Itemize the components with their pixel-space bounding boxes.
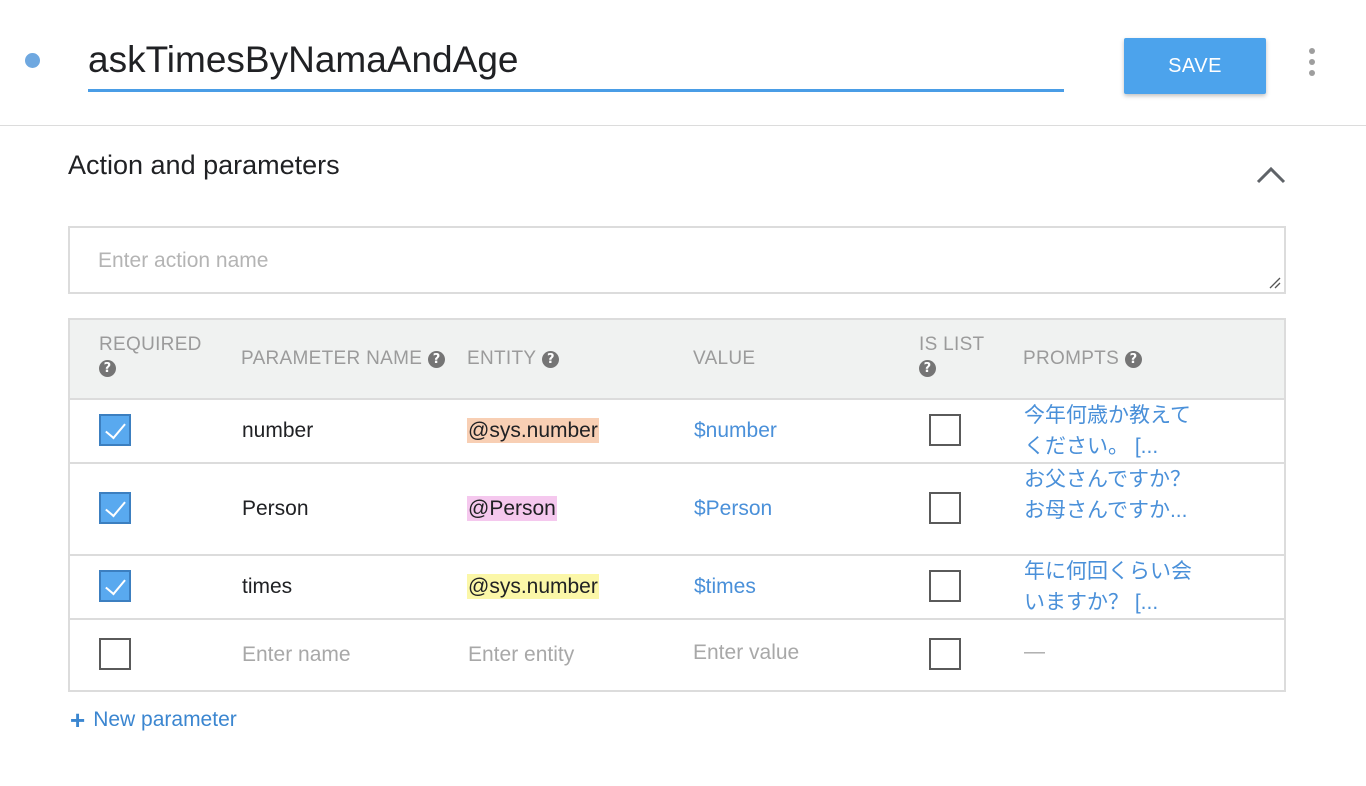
required-checkbox[interactable] [99,638,131,670]
table-row[interactable]: times @sys.number $times 年に何回くらい会いますか？ [… [70,556,1284,620]
prompts-link[interactable]: お父さんですか？お母さんですか... [1024,464,1194,526]
entity-tag[interactable]: @sys.number [467,418,599,443]
header-prompts: PROMPTS ? [1023,348,1143,370]
help-icon[interactable]: ? [542,350,560,368]
prompts-link[interactable]: 今年何歳か教えてください。 [... [1024,400,1194,462]
resize-handle-icon[interactable] [1267,275,1281,289]
save-button[interactable]: SAVE [1124,38,1266,94]
parameter-value[interactable]: $Person [694,497,772,521]
entity-cell[interactable]: @sys.number [467,418,599,443]
table-header: REQUIRED ? PARAMETER NAME ? ENTITY ? VAL… [70,320,1284,400]
required-checkbox[interactable] [99,570,131,602]
header-parameter-name: PARAMETER NAME ? [241,348,446,370]
required-checkbox[interactable] [99,492,131,524]
plus-icon: + [70,705,86,735]
prompts-placeholder: — [1024,640,1045,663]
header-required: REQUIRED ? [99,334,202,377]
intent-name-field[interactable] [88,32,1064,92]
help-icon[interactable]: ? [919,360,936,377]
new-parameter-link[interactable]: + New parameter [70,705,237,735]
name-input[interactable]: Enter name [242,643,351,667]
intent-name-input[interactable] [88,32,1064,88]
entity-input[interactable]: Enter entity [468,643,574,667]
chevron-up-icon[interactable] [1254,160,1288,186]
action-name-input[interactable] [98,246,1198,276]
table-row[interactable]: Person @Person $Person お父さんですか？お母さんですか..… [70,464,1284,556]
entity-tag[interactable]: @sys.number [467,574,599,599]
value-input[interactable]: Enter value [693,641,799,665]
parameter-name[interactable]: number [242,419,313,443]
new-parameter-label: New parameter [93,708,237,731]
help-icon[interactable]: ? [99,360,116,377]
help-icon[interactable]: ? [428,350,446,368]
header-entity: ENTITY ? [467,348,560,370]
parameters-table: REQUIRED ? PARAMETER NAME ? ENTITY ? VAL… [68,318,1286,692]
parameter-name[interactable]: times [242,575,292,599]
header-value: VALUE [693,348,756,369]
parameter-value[interactable]: $times [694,575,756,599]
is-list-checkbox[interactable] [929,492,961,524]
required-checkbox[interactable] [99,414,131,446]
entity-tag[interactable]: @Person [467,496,557,521]
action-name-field[interactable] [68,226,1286,294]
is-list-checkbox[interactable] [929,414,961,446]
help-icon[interactable]: ? [1125,350,1143,368]
prompts-link[interactable]: 年に何回くらい会いますか？ [... [1024,556,1194,618]
new-parameter-row[interactable]: Enter name Enter entity Enter value — [70,620,1284,690]
parameter-value[interactable]: $number [694,419,777,443]
status-dot-icon [25,53,40,68]
entity-cell[interactable]: @sys.number [467,574,599,599]
is-list-checkbox[interactable] [929,638,961,670]
more-vert-icon[interactable] [1302,46,1322,78]
entity-cell[interactable]: @Person [467,496,557,521]
intent-header: SAVE [0,0,1366,126]
header-is-list: IS LIST ? [919,334,985,377]
is-list-checkbox[interactable] [929,570,961,602]
table-row[interactable]: number @sys.number $number 今年何歳か教えてください。… [70,400,1284,464]
parameter-name[interactable]: Person [242,497,309,521]
section-title: Action and parameters [68,150,340,180]
